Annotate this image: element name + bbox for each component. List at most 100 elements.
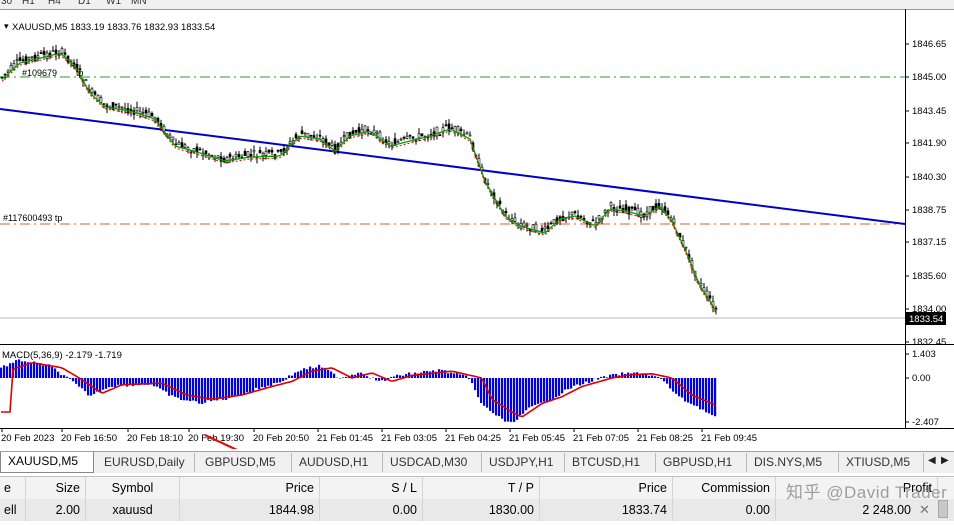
candle-body [141,112,145,114]
macd-bar [438,369,441,378]
macd-bar [663,378,666,382]
close-icon[interactable]: ✕ [919,502,930,518]
col-price[interactable]: Price [180,477,320,499]
col-size[interactable]: Size [26,477,86,499]
candle-body [309,134,313,137]
macd-bar [252,378,255,392]
tab-eurusd-daily[interactable]: EURUSD,Daily [97,453,195,472]
macd-bar [246,378,249,393]
tab-xauusd-m5[interactable]: XAUUSD,M5 [0,452,94,473]
candle-body [21,59,25,62]
candle-body [93,91,97,95]
candle-body [330,142,334,146]
candle-body [318,134,322,137]
tf-button-mn[interactable]: MN [131,0,147,7]
macd-bar [603,376,606,378]
chart-symbol-icon: ▾ [4,21,9,31]
time-tick-label: 21 Feb 09:45 [701,433,757,444]
candle-body [363,125,367,133]
macd-bar [660,378,663,379]
candle-body [546,225,550,229]
tf-button-h1[interactable]: H1 [22,0,35,7]
candle-body [150,113,154,117]
col-price-current[interactable]: Price [540,477,673,499]
tab-scroll-left-icon[interactable]: ◀ [928,455,936,466]
tab-usdcad-m30[interactable]: USDCAD,M30 [383,453,482,472]
candle-body [618,205,622,209]
candle-body [525,224,529,227]
macd-bar [507,378,510,422]
candle-body [603,209,607,213]
col-tp[interactable]: T / P [423,477,540,499]
candle-body [411,136,415,139]
order-label-1: #109679 [22,68,57,78]
tf-button-h4[interactable]: H4 [48,0,61,7]
tab-gbpusd-h1[interactable]: GBPUSD,H1 [656,453,747,472]
macd-bar [486,378,489,408]
macd-bar [366,376,369,378]
candle-body [459,128,463,132]
macd-bar [267,378,270,386]
tab-usdjpy-h1[interactable]: USDJPY,H1 [482,453,565,472]
macd-bar [36,362,39,378]
tf-button-m30[interactable]: 30 [1,0,12,7]
macd-bar [135,378,138,385]
row-sl: 0.00 [320,499,423,521]
candle-body [468,134,472,137]
col-symbol[interactable]: Symbol [86,477,180,499]
candle-body [465,131,469,134]
macd-bar [540,378,543,403]
macd-bar [474,378,477,391]
macd-bar [702,378,705,410]
candle-body [99,97,103,103]
col-commission[interactable]: Commission [673,477,776,499]
candle-body [456,126,460,133]
chart-symbol-info: XAUUSD,M5 1833.19 1833.76 1832.93 1833.5… [12,22,215,33]
macd-bar [651,375,654,378]
tab-scroll-right-icon[interactable]: ▶ [941,455,949,466]
macd-bar [666,378,669,384]
macd-signal-line [1,362,716,418]
tf-button-w1[interactable]: W1 [106,0,121,7]
macd-bar [117,378,120,385]
macd-bar [573,378,576,386]
macd-bar [105,378,108,389]
macd-bar [330,371,333,378]
macd-bar [222,378,225,400]
col-sl[interactable]: S / L [320,477,423,499]
macd-bar [669,378,672,389]
macd-bar [528,378,531,408]
col-type[interactable]: e [0,477,26,499]
macd-bar [480,378,483,403]
tab-audusd-h1[interactable]: AUDUSD,H1 [292,453,383,472]
candle-body [267,149,271,153]
tab-btcusd-h1[interactable]: BTCUSD,H1 [565,453,656,472]
tab-dis-nys-m5[interactable]: DIS.NYS,M5 [747,453,839,472]
candle-body [15,59,19,62]
macd-bar [69,378,72,379]
candle-body [168,134,172,138]
candle-body [63,52,67,55]
candle-body [609,202,613,207]
macd-bar [213,378,216,401]
tab-xtiusd-m5[interactable]: XTIUSD,M5 [839,453,924,472]
macd-bar [690,378,693,404]
macd-bar [282,378,285,382]
macd-bar [42,365,45,378]
macd-bar [270,378,273,386]
candle-body [36,55,40,58]
macd-bar [114,378,117,388]
macd-bar [429,371,432,378]
macd-bar [495,378,498,416]
macd-bar [216,378,219,401]
tf-button-d1[interactable]: D1 [78,0,91,7]
tab-gbpusd-m5[interactable]: GBPUSD,M5 [198,453,292,472]
macd-bar [708,378,711,414]
price-chart[interactable]: ▾ XAUUSD,M5 1833.19 1833.76 1832.93 1833… [0,9,954,449]
macd-bar [30,362,33,378]
candle-body [342,135,346,138]
candle-body [39,52,43,54]
macd-bar [243,378,246,394]
candle-body [51,50,55,52]
candle-body [573,211,577,213]
